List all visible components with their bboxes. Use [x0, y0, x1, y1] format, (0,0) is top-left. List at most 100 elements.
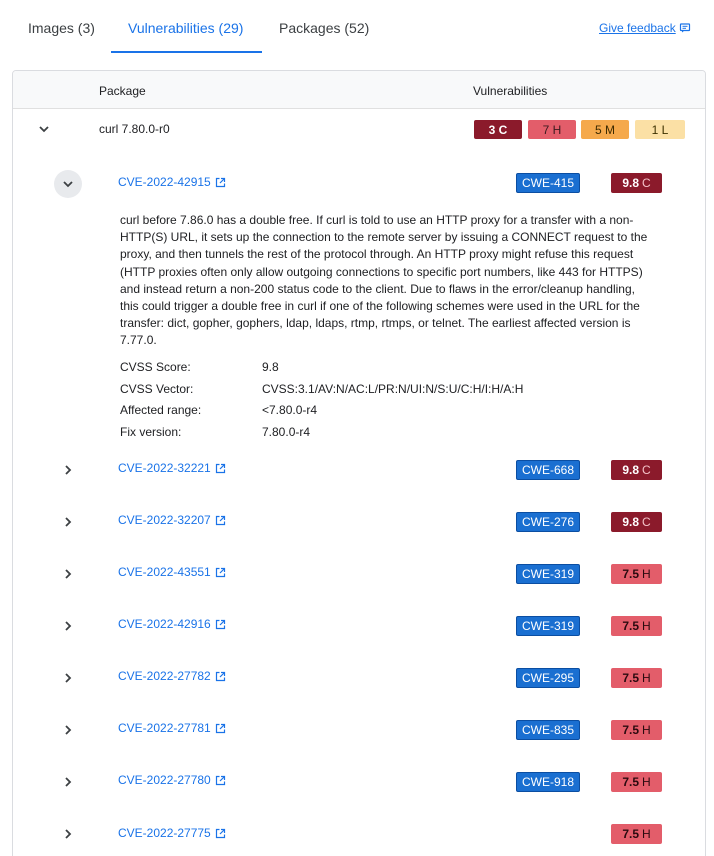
chevron-right-icon	[65, 621, 72, 631]
cve-description: curl before 7.86.0 has a double free. If…	[120, 213, 648, 348]
external-link-icon	[215, 515, 225, 525]
feedback-icon	[679, 23, 690, 33]
external-link-icon	[215, 463, 225, 473]
cwe-badge[interactable]: CWE-835	[516, 720, 580, 740]
severity-score-badge: 9.8 C	[611, 512, 662, 532]
tab-vulnerabilities[interactable]: Vulnerabilities (29)	[128, 20, 243, 36]
cwe-badge[interactable]: CWE-319	[516, 564, 580, 584]
medium-count-badge: 5 M	[581, 120, 629, 139]
cve-link[interactable]: CVE-2022-27781	[118, 721, 226, 735]
expand-cve-button[interactable]	[54, 612, 82, 640]
severity-letter: C	[642, 176, 651, 190]
external-link-icon	[215, 671, 225, 681]
detail-value: 7.80.0-r4	[262, 425, 311, 439]
severity-score-badge: 7.5 H	[611, 772, 662, 792]
detail-label: CVSS Vector:	[120, 382, 194, 396]
vulnerability-table: Package Vulnerabilities curl 7.80.0-r0 3…	[12, 70, 706, 856]
cve-id: CVE-2022-42915	[118, 175, 211, 189]
cve-id: CVE-2022-27775	[118, 826, 211, 840]
cve-id: CVE-2022-27781	[118, 721, 211, 735]
severity-score-badge: 7.5 H	[611, 564, 662, 584]
cve-id: CVE-2022-27782	[118, 669, 211, 683]
critical-count-badge: 3 C	[474, 120, 522, 139]
cwe-badge[interactable]: CWE-668	[516, 460, 580, 480]
cve-link[interactable]: CVE-2022-43551	[118, 565, 226, 579]
collapse-package-button[interactable]	[30, 115, 58, 143]
package-name: curl 7.80.0-r0	[99, 122, 170, 136]
give-feedback-label: Give feedback	[599, 21, 676, 35]
expand-cve-button[interactable]	[54, 820, 82, 848]
score-value: 7.5	[622, 619, 639, 633]
detail-label: Fix version:	[120, 425, 182, 439]
expand-cve-button[interactable]	[54, 768, 82, 796]
chevron-down-icon	[39, 126, 49, 133]
chevron-right-icon	[65, 517, 72, 527]
score-value: 9.8	[622, 463, 639, 477]
cwe-badge[interactable]: CWE-918	[516, 772, 580, 792]
collapse-cve-button[interactable]	[54, 170, 82, 198]
external-link-icon	[215, 723, 225, 733]
score-value: 7.5	[622, 775, 639, 789]
column-header-package: Package	[99, 84, 146, 98]
cve-link[interactable]: CVE-2022-27780	[118, 773, 226, 787]
chevron-right-icon	[65, 673, 72, 683]
cve-link[interactable]: CVE-2022-42916	[118, 617, 226, 631]
severity-letter: H	[642, 567, 651, 581]
severity-score-badge: 7.5 H	[611, 616, 662, 636]
detail-value: 9.8	[262, 360, 279, 374]
cve-link[interactable]: CVE-2022-32221	[118, 461, 226, 475]
tab-packages[interactable]: Packages (52)	[279, 20, 369, 36]
tab-bar: Images (3) Vulnerabilities (29) Packages…	[0, 0, 714, 54]
severity-letter: H	[642, 671, 651, 685]
tab-images[interactable]: Images (3)	[28, 20, 95, 36]
score-value: 7.5	[622, 567, 639, 581]
chevron-right-icon	[65, 725, 72, 735]
score-value: 7.5	[622, 827, 639, 841]
cwe-badge[interactable]: CWE-319	[516, 616, 580, 636]
cve-id: CVE-2022-32221	[118, 461, 211, 475]
expand-cve-button[interactable]	[54, 664, 82, 692]
cve-link[interactable]: CVE-2022-27775	[118, 826, 226, 840]
external-link-icon	[215, 177, 225, 187]
low-count-badge: 1 L	[635, 120, 685, 139]
cwe-badge[interactable]: CWE-276	[516, 512, 580, 532]
cve-id: CVE-2022-43551	[118, 565, 211, 579]
high-count-badge: 7 H	[528, 120, 576, 139]
cwe-badge[interactable]: CWE-295	[516, 668, 580, 688]
severity-letter: C	[642, 515, 651, 529]
expand-cve-button[interactable]	[54, 456, 82, 484]
give-feedback-link[interactable]: Give feedback	[599, 21, 691, 35]
chevron-right-icon	[65, 829, 72, 839]
severity-letter: H	[642, 827, 651, 841]
severity-letter: C	[642, 463, 651, 477]
external-link-icon	[215, 567, 225, 577]
expand-cve-button[interactable]	[54, 560, 82, 588]
detail-label: Affected range:	[120, 403, 202, 417]
expand-cve-button[interactable]	[54, 716, 82, 744]
expand-cve-button[interactable]	[54, 508, 82, 536]
detail-label: CVSS Score:	[120, 360, 191, 374]
cve-link[interactable]: CVE-2022-42915	[118, 175, 226, 189]
score-value: 9.8	[622, 515, 639, 529]
detail-value: CVSS:3.1/AV:N/AC:L/PR:N/UI:N/S:U/C:H/I:H…	[262, 382, 524, 396]
chevron-right-icon	[65, 777, 72, 787]
cve-id: CVE-2022-42916	[118, 617, 211, 631]
severity-letter: H	[642, 619, 651, 633]
severity-score-badge: 9.8 C	[611, 460, 662, 480]
severity-score-badge: 7.5 H	[611, 824, 662, 844]
external-link-icon	[215, 828, 225, 838]
cwe-badge[interactable]: CWE-415	[516, 173, 580, 193]
chevron-right-icon	[65, 569, 72, 579]
chevron-right-icon	[65, 465, 72, 475]
cve-link[interactable]: CVE-2022-32207	[118, 513, 226, 527]
severity-score-badge: 7.5 H	[611, 668, 662, 688]
external-link-icon	[215, 619, 225, 629]
severity-letter: H	[642, 775, 651, 789]
cve-link[interactable]: CVE-2022-27782	[118, 669, 226, 683]
score-value: 9.8	[622, 176, 639, 190]
cve-id: CVE-2022-32207	[118, 513, 211, 527]
cve-id: CVE-2022-27780	[118, 773, 211, 787]
severity-letter: H	[642, 723, 651, 737]
chevron-down-icon	[63, 181, 73, 188]
score-value: 7.5	[622, 723, 639, 737]
